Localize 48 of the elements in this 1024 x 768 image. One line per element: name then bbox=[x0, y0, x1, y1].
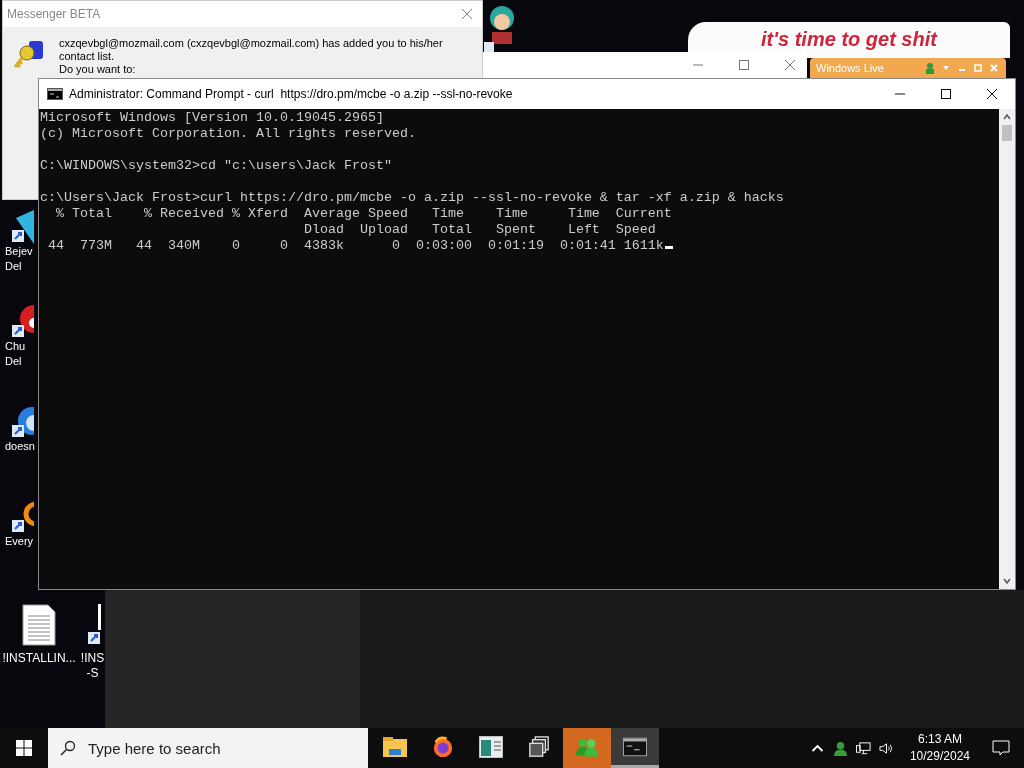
volume-icon[interactable] bbox=[878, 740, 894, 756]
browser-icon bbox=[431, 735, 455, 758]
search-icon bbox=[60, 740, 76, 756]
notification-message: cxzqevbgl@mozmail.com (cxzqevbgl@mozmail.com) has added you to his/her contact list. bbox=[59, 37, 444, 63]
folder-icon bbox=[383, 735, 407, 758]
task-view-icon bbox=[527, 735, 551, 758]
notification-prompt: Do you want to: bbox=[59, 63, 137, 76]
shortcut-icon[interactable] bbox=[88, 604, 102, 646]
document-icon[interactable] bbox=[22, 604, 56, 646]
file-label: !INSTALLIN... bbox=[2, 651, 76, 666]
icon-label: Del bbox=[4, 259, 22, 274]
people-icon bbox=[575, 735, 599, 758]
close-icon[interactable] bbox=[785, 60, 795, 70]
console-line: c:\Users\Jack Frost>curl https://dro.pm/mcbe -o a.zip --ssl-no-revoke & tar -xf a.zip & hacks bbox=[40, 190, 785, 206]
file-label: -S bbox=[86, 666, 99, 681]
scroll-thumb[interactable] bbox=[1002, 125, 1012, 141]
window-title: Messenger BETA bbox=[7, 7, 101, 21]
person-icon[interactable] bbox=[832, 740, 848, 756]
console-line: Microsoft Windows [Version 10.0.19045.2965] bbox=[40, 110, 385, 126]
icon-label: Bejev bbox=[4, 244, 33, 259]
console-line: % Total % Received % Xferd Average Speed Time Time Time Current bbox=[55, 206, 673, 222]
console-line: 44 773M 44 340M 0 0 4383k 0 0:03:00 0:01:19 0:01:41 1611k bbox=[40, 238, 999, 254]
network-icon[interactable] bbox=[855, 740, 871, 756]
console-line: (c) Microsoft Corporation. All rights reserved. bbox=[40, 126, 417, 142]
clock-time: 6:13 AM bbox=[917, 731, 962, 748]
taskbar-button[interactable] bbox=[611, 728, 659, 768]
terminal-icon bbox=[623, 735, 647, 758]
windows-logo-icon[interactable] bbox=[16, 740, 32, 756]
window-title: Windows Live bbox=[816, 62, 885, 74]
icon-label: doesn bbox=[4, 439, 35, 454]
search-field[interactable]: Type here to search bbox=[48, 728, 368, 768]
close-icon[interactable] bbox=[462, 9, 472, 19]
icon-label: Del bbox=[4, 354, 22, 369]
icon-label: Every bbox=[4, 534, 34, 549]
notification-icon[interactable] bbox=[992, 740, 1010, 756]
console-line: Dload Upload Total Spent Left Speed bbox=[302, 222, 657, 238]
banner-text: it's time to get shit bbox=[761, 28, 937, 51]
file-label: !INS bbox=[80, 651, 105, 666]
icon-label: Chu bbox=[4, 339, 26, 354]
terminal-icon bbox=[47, 88, 63, 100]
gem-icon[interactable] bbox=[12, 210, 34, 244]
window-app-icon bbox=[479, 735, 503, 758]
clock-date: 10/29/2024 bbox=[909, 748, 970, 765]
clock[interactable]: 6:13 AM 10/29/2024 bbox=[901, 731, 978, 765]
console-line: C:\WINDOWS\system32>cd "c:\users\Jack Frost" bbox=[40, 158, 393, 174]
ring-icon[interactable] bbox=[12, 500, 34, 534]
window-title: Administrator: Command Prompt - curl https://dro.pm/mcbe -o a.zip --ssl-no-revoke bbox=[69, 87, 514, 101]
scrollbar[interactable] bbox=[999, 109, 1015, 589]
